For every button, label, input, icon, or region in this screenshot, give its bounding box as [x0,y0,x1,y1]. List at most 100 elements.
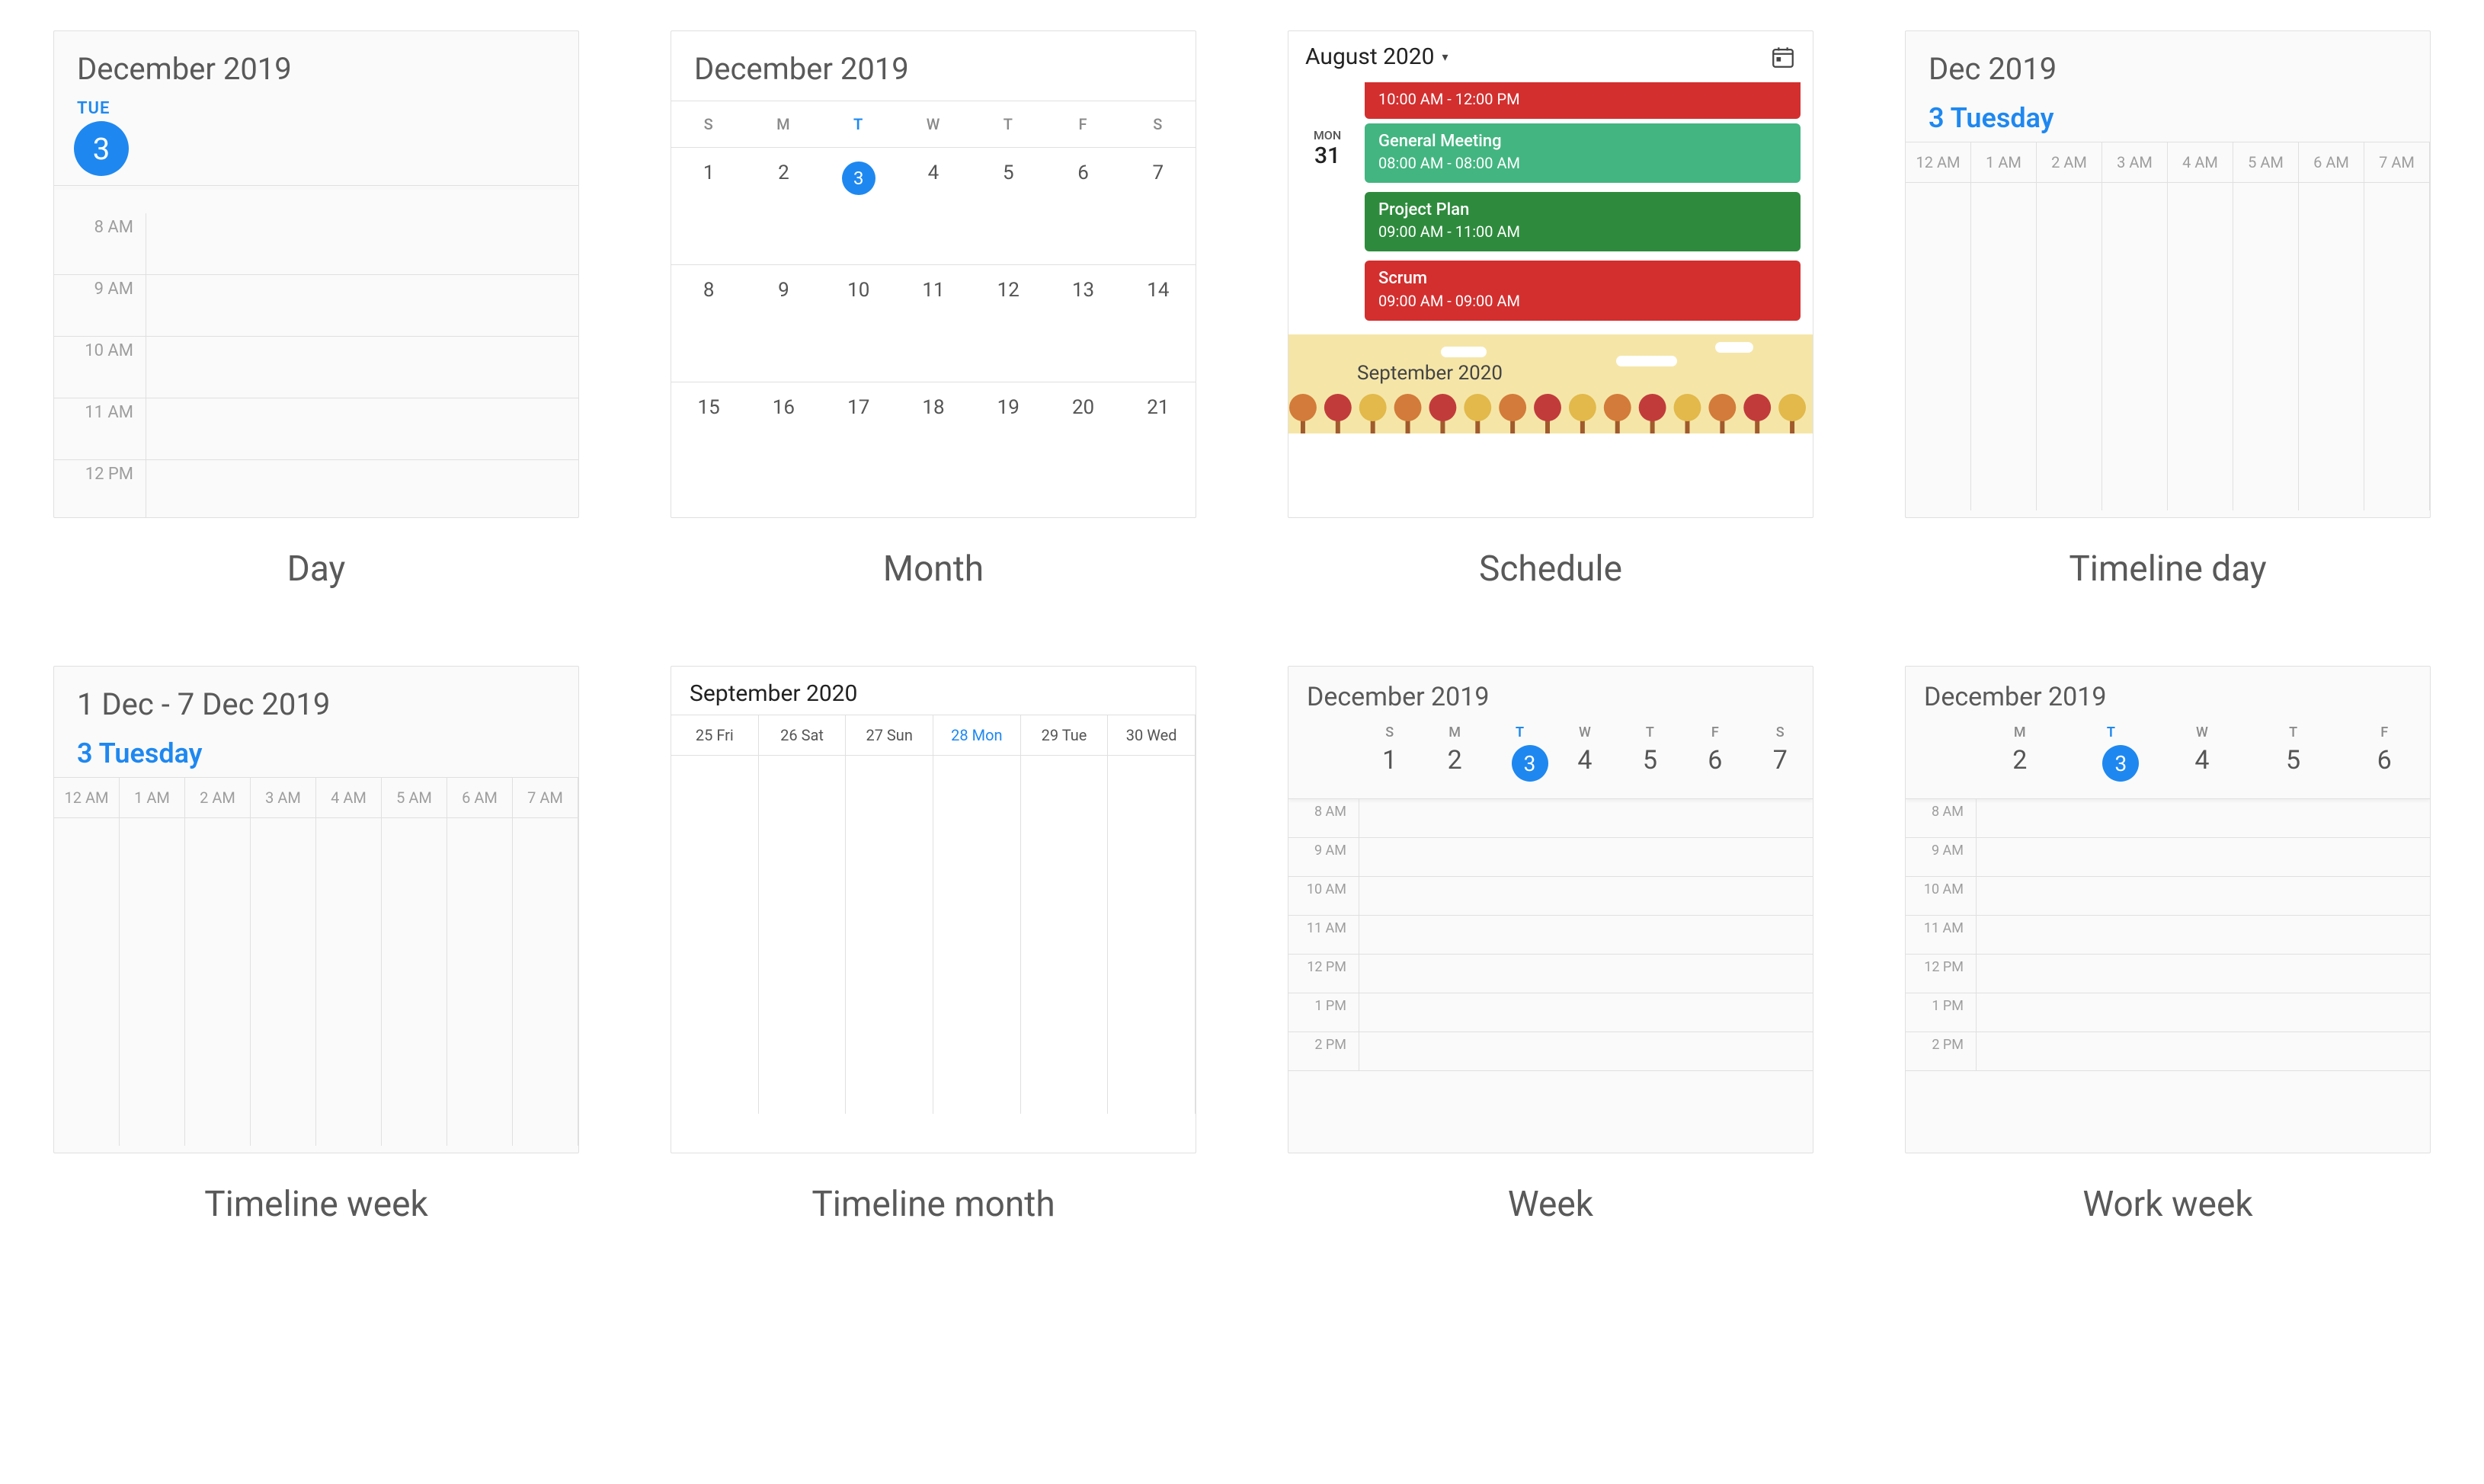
timeline-column[interactable] [382,818,447,1146]
day-hour-list[interactable]: 8 AM9 AM10 AM11 AM12 PM [54,213,578,518]
week-day-header[interactable]: S1 [1357,717,1422,798]
hour-slot[interactable]: 8 AM [54,213,578,275]
schedule-event[interactable]: 10:00 AM - 12:00 PM [1365,82,1801,119]
schedule-day-header[interactable]: MON 31 [1301,123,1354,321]
day-view-card[interactable]: December 2019 TUE 3 8 AM9 AM10 AM11 AM12… [53,30,579,518]
month-view-card[interactable]: December 2019 SMTWTFS1234567891011121314… [671,30,1196,518]
hour-slot[interactable]: 9 AM [1906,838,2430,877]
hour-slot[interactable]: 1 PM [1906,993,2430,1032]
month-cell[interactable]: 6 [1045,147,1120,264]
week-day-header[interactable]: T5 [1618,717,1682,798]
schedule-event[interactable]: Scrum09:00 AM - 09:00 AM [1365,261,1801,320]
week-day-header[interactable]: S7 [1748,717,1813,798]
timeline-column[interactable] [2364,183,2430,510]
hour-slot[interactable]: 12 PM [54,460,578,518]
hour-slot[interactable]: 2 PM [1288,1032,1813,1071]
timeline-month-day[interactable]: 28 Mon [933,715,1021,755]
hour-slot[interactable]: 9 AM [1288,838,1813,877]
timeline-column[interactable] [2102,183,2168,510]
timeline-month-body[interactable] [671,756,1196,1114]
timeline-column[interactable] [2233,183,2299,510]
month-cell[interactable]: 15 [671,382,746,499]
timeline-day-card[interactable]: Dec 2019 3 Tuesday 12 AM1 AM2 AM3 AM4 AM… [1905,30,2431,518]
hour-slot[interactable]: 11 AM [54,398,578,460]
timeline-month-column[interactable] [846,756,933,1114]
week-day-header[interactable]: F6 [2338,717,2430,798]
timeline-column[interactable] [120,818,185,1146]
hour-slot[interactable]: 12 PM [1906,955,2430,993]
timeline-month-card[interactable]: September 2020 25 Fri26 Sat27 Sun28 Mon2… [671,666,1196,1153]
month-cell[interactable]: 21 [1121,382,1196,499]
week-day-header[interactable]: T3 [2066,717,2157,798]
week-hour-list[interactable]: 8 AM9 AM10 AM11 AM12 PM1 PM2 PM [1288,799,1813,1071]
hour-slot[interactable]: 8 AM [1288,799,1813,838]
week-day-header[interactable]: M2 [1422,717,1487,798]
timeline-column[interactable] [447,818,513,1146]
timeline-month-day[interactable]: 29 Tue [1021,715,1109,755]
week-day-header[interactable]: W4 [1552,717,1617,798]
timeline-month-column[interactable] [1108,756,1196,1114]
hour-slot[interactable]: 12 PM [1288,955,1813,993]
month-cell[interactable]: 12 [971,264,1045,382]
month-cell[interactable]: 5 [971,147,1045,264]
timeline-month-day[interactable]: 26 Sat [759,715,847,755]
hour-slot[interactable]: 2 PM [1906,1032,2430,1071]
timeline-column[interactable] [185,818,251,1146]
month-cell[interactable]: 19 [971,382,1045,499]
timeline-column[interactable] [2168,183,2233,510]
month-cell[interactable]: 3 [821,147,896,264]
week-day-header[interactable]: T3 [1487,717,1552,798]
month-cell[interactable]: 1 [671,147,746,264]
week-day-header[interactable]: T5 [2248,717,2339,798]
timeline-column[interactable] [2299,183,2364,510]
timeline-column[interactable] [316,818,382,1146]
month-cell[interactable]: 10 [821,264,896,382]
calendar-icon[interactable] [1770,44,1796,70]
schedule-next-month-banner[interactable]: September 2020 [1288,334,1813,433]
hour-slot[interactable]: 10 AM [54,337,578,398]
timeline-column[interactable] [513,818,578,1146]
timeline-month-column[interactable] [671,756,759,1114]
month-cell[interactable]: 14 [1121,264,1196,382]
timeline-month-day[interactable]: 27 Sun [846,715,933,755]
month-cell[interactable]: 11 [896,264,971,382]
month-cell[interactable]: 20 [1045,382,1120,499]
hour-slot[interactable]: 10 AM [1288,877,1813,916]
month-cell[interactable]: 2 [746,147,821,264]
schedule-month-picker[interactable]: August 2020 ▾ [1305,43,1448,70]
hour-slot[interactable]: 10 AM [1906,877,2430,916]
timeline-month-column[interactable] [759,756,847,1114]
week-day-header[interactable]: M2 [1974,717,2066,798]
month-cell[interactable]: 7 [1121,147,1196,264]
timeline-column[interactable] [1906,183,1971,510]
month-cell[interactable]: 9 [746,264,821,382]
timeline-week-body[interactable] [54,818,578,1146]
timeline-month-day[interactable]: 25 Fri [671,715,759,755]
schedule-view-card[interactable]: August 2020 ▾ X 10:00 AM [1288,30,1813,518]
month-grid[interactable]: SMTWTFS123456789101112131415161718192021 [671,101,1196,499]
timeline-column[interactable] [2037,183,2102,510]
month-cell[interactable]: 18 [896,382,971,499]
timeline-week-card[interactable]: 1 Dec - 7 Dec 2019 3 Tuesday 12 AM1 AM2 … [53,666,579,1153]
timeline-week-subtitle[interactable]: 3 Tuesday [54,728,578,777]
timeline-month-day[interactable]: 30 Wed [1108,715,1196,755]
schedule-event[interactable]: Project Plan09:00 AM - 11:00 AM [1365,192,1801,251]
hour-slot[interactable]: 9 AM [54,275,578,337]
month-cell[interactable]: 4 [896,147,971,264]
timeline-day-body[interactable] [1906,183,2430,510]
month-cell[interactable]: 17 [821,382,896,499]
week-day-header[interactable]: W4 [2156,717,2248,798]
timeline-month-column[interactable] [1021,756,1109,1114]
week-view-card[interactable]: December 2019 S1M2T3W4T5F6S7 8 AM9 AM10 … [1288,666,1813,1153]
month-cell[interactable]: 8 [671,264,746,382]
hour-slot[interactable]: 8 AM [1906,799,2430,838]
month-cell[interactable]: 16 [746,382,821,499]
timeline-day-subtitle[interactable]: 3 Tuesday [1906,93,2430,142]
timeline-column[interactable] [1971,183,2037,510]
timeline-month-column[interactable] [933,756,1021,1114]
day-view-date-circle[interactable]: 3 [74,121,129,176]
timeline-column[interactable] [251,818,316,1146]
timeline-column[interactable] [54,818,120,1146]
month-cell[interactable]: 13 [1045,264,1120,382]
hour-slot[interactable]: 11 AM [1906,916,2430,955]
